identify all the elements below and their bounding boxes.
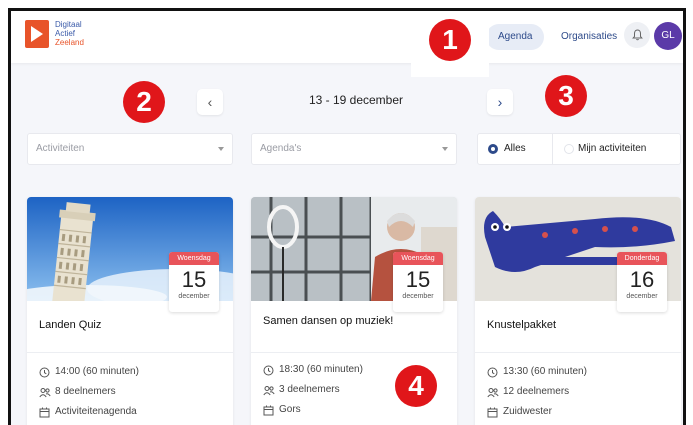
users-icon (39, 388, 51, 398)
clock-icon (263, 365, 274, 376)
nav-agenda[interactable]: Agenda (486, 24, 545, 50)
app-frame: Digitaal Actief Zeeland Agenda Organisat… (8, 8, 686, 425)
users-icon (263, 386, 275, 396)
logo-text: Digitaal Actief Zeeland (55, 20, 84, 47)
radio-alles[interactable]: Alles (488, 134, 548, 164)
date-month: december (402, 293, 434, 300)
card-time-text: 14:00 (60 minuten) (55, 366, 139, 377)
annotation-badge-3: 3 (545, 75, 587, 117)
activities-select-placeholder: Activiteiten (36, 143, 85, 154)
bell-icon (631, 29, 643, 41)
logo-icon[interactable] (25, 20, 49, 48)
card-participants-text: 3 deelnemers (279, 384, 340, 395)
card-divider (475, 352, 681, 353)
card-title: Samen dansen op muziek! (263, 315, 394, 327)
radio-mijn-activiteiten[interactable]: Mijn activiteiten (564, 134, 680, 164)
agendas-select[interactable]: Agenda's (251, 133, 457, 165)
card-time-text: 13:30 (60 minuten) (503, 366, 587, 377)
chevron-right-icon: › (497, 94, 503, 110)
date-weekday: Woensdag (169, 252, 219, 265)
next-week-button[interactable]: › (487, 89, 513, 115)
date-day-number: 16 (629, 267, 655, 292)
activity-card-3[interactable]: Donderdag 16 december Knustelpakket 13:3… (475, 197, 681, 425)
radio-checked-icon (488, 144, 498, 154)
date-weekday: Woensdag (393, 252, 443, 265)
date-day-number: 15 (181, 267, 207, 292)
card-agenda-text: Activiteitenagenda (55, 406, 137, 417)
card-title: Landen Quiz (39, 319, 102, 331)
card-divider (27, 352, 233, 353)
radio-divider (552, 134, 553, 164)
activity-card-1[interactable]: Woensdag 15 december Landen Quiz 14:00 (… (27, 197, 233, 425)
activities-select[interactable]: Activiteiten (27, 133, 233, 165)
annotation-badge-1: 1 (429, 19, 471, 61)
caret-down-icon (218, 147, 224, 151)
card-participants-text: 12 deelnemers (503, 386, 570, 397)
logo-line-2: Actief (55, 29, 76, 38)
notifications-button[interactable] (624, 22, 650, 48)
card-title: Knustelpakket (487, 319, 557, 331)
previous-week-button[interactable]: ‹ (197, 89, 223, 115)
calendar-icon (39, 407, 50, 418)
date-tile: Woensdag 15 december (169, 252, 219, 312)
date-weekday: Donderdag (617, 252, 667, 265)
clock-icon (487, 367, 498, 378)
radio-alles-label: Alles (504, 143, 526, 154)
card-participants-text: 8 deelnemers (55, 386, 116, 397)
annotation-badge-4: 4 (395, 365, 437, 407)
card-time-text: 18:30 (60 minuten) (279, 364, 363, 375)
calendar-icon (487, 407, 498, 418)
date-tile: Donderdag 16 december (617, 252, 667, 312)
radio-mijn-activiteiten-label: Mijn activiteiten (578, 143, 647, 154)
user-avatar[interactable]: GL (654, 22, 682, 50)
nav-organisaties[interactable]: Organisaties (551, 24, 627, 50)
top-header: Digitaal Actief Zeeland Agenda Organisat… (11, 11, 683, 63)
users-icon (487, 388, 499, 398)
chevron-left-icon: ‹ (207, 94, 213, 110)
activity-scope-radio-group: Alles Mijn activiteiten (477, 133, 681, 165)
card-divider (251, 352, 457, 353)
logo-line-1: Digitaal (55, 20, 82, 29)
caret-down-icon (442, 147, 448, 151)
date-month: december (178, 293, 210, 300)
week-range-label: 13 - 19 december (308, 93, 404, 107)
date-tile: Woensdag 15 december (393, 252, 443, 312)
logo-line-3: Zeeland (55, 38, 84, 47)
annotation-badge-2: 2 (123, 81, 165, 123)
date-day-number: 15 (405, 267, 431, 292)
card-agenda-text: Gors (279, 404, 301, 415)
calendar-icon (263, 405, 274, 416)
card-agenda-text: Zuidwester (503, 406, 552, 417)
agendas-select-placeholder: Agenda's (260, 143, 302, 154)
clock-icon (39, 367, 50, 378)
date-month: december (626, 293, 658, 300)
radio-unchecked-icon (564, 144, 574, 154)
